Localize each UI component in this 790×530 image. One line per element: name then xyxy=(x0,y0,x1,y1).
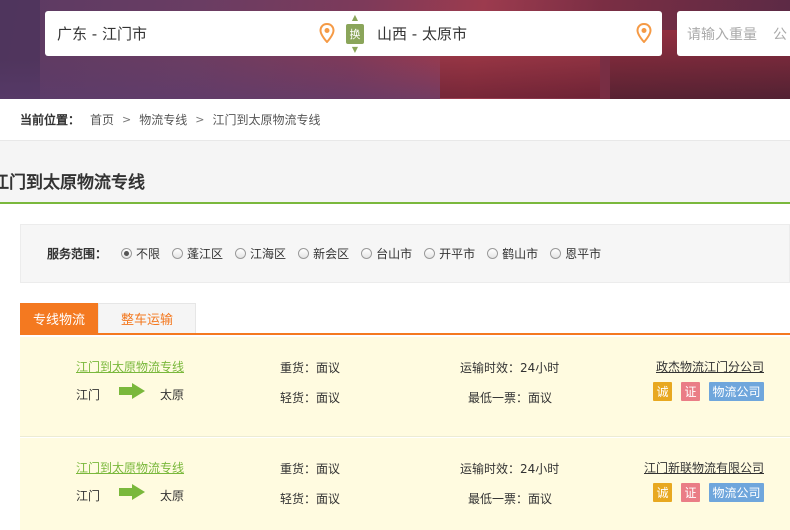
swap-arrow-icon: ▲ xyxy=(351,13,359,22)
heavy-cargo-price: 重货：面议 xyxy=(280,361,341,375)
minimum-charge: 最低一票：面议 xyxy=(468,492,553,506)
weight-input[interactable]: 请输入重量 公 xyxy=(677,11,790,56)
radio-checked-icon[interactable] xyxy=(121,248,133,259)
location-pin-icon[interactable] xyxy=(636,23,652,43)
radio-icon[interactable] xyxy=(424,248,436,259)
banner-decoration xyxy=(0,60,440,99)
route-origin: 江门 xyxy=(76,388,101,402)
filter-option-kaiping[interactable]: 开平市 xyxy=(424,245,475,262)
tab-dedicated-line[interactable]: 专线物流 xyxy=(20,303,98,333)
breadcrumb-separator: > xyxy=(195,113,205,126)
filter-option-pengjiang[interactable]: 蓬江区 xyxy=(172,245,223,262)
badge-group: 诚 证 物流公司 xyxy=(653,483,773,502)
radio-icon[interactable] xyxy=(172,248,184,259)
route-destination: 太原 xyxy=(160,489,185,503)
integrity-badge: 诚 xyxy=(653,483,672,502)
transit-time: 运输时效：24小时 xyxy=(460,462,560,476)
filter-label: 服务范围： xyxy=(47,247,108,261)
swap-arrow-icon: ▼ xyxy=(351,45,359,54)
filter-option-label: 恩平市 xyxy=(565,247,602,261)
certified-badge: 证 xyxy=(681,483,700,502)
radio-icon[interactable] xyxy=(298,248,310,259)
weight-unit: 公 xyxy=(773,26,787,43)
filter-option-jianghai[interactable]: 江海区 xyxy=(235,245,286,262)
radio-icon[interactable] xyxy=(550,248,562,259)
route-list-item: 江门到太原物流专线 江门 太原 重货：面议 轻货：面议 运输时效：24小时 最低… xyxy=(20,438,790,530)
route-title-link[interactable]: 江门到太原物流专线 xyxy=(76,459,184,476)
company-type-badge: 物流公司 xyxy=(709,483,764,502)
breadcrumb-home[interactable]: 首页 xyxy=(90,111,114,128)
route-arrow-icon xyxy=(119,484,145,500)
page-title: 江门到太原物流专线 xyxy=(0,173,145,193)
route-arrow-icon xyxy=(119,383,145,399)
filter-option-label: 不限 xyxy=(136,247,161,261)
swap-button[interactable]: ▲ 换 ▼ xyxy=(345,11,365,56)
breadcrumb-label: 当前位置： xyxy=(20,113,81,127)
destination-value: 山西 - 太原市 xyxy=(377,25,467,43)
filter-option-heshan[interactable]: 鹤山市 xyxy=(487,245,538,262)
breadcrumb: 当前位置： 首页 > 物流专线 > 江门到太原物流专线 xyxy=(0,99,790,141)
breadcrumb-current[interactable]: 江门到太原物流专线 xyxy=(212,111,320,128)
light-cargo-price: 轻货：面议 xyxy=(280,391,341,405)
filter-option-label: 台山市 xyxy=(376,247,413,261)
route-title-link[interactable]: 江门到太原物流专线 xyxy=(76,358,184,375)
filter-option-label: 开平市 xyxy=(439,247,476,261)
title-bar: 江门到太原物流专线 xyxy=(0,141,790,204)
hero-banner: 广东 - 江门市 ▲ 换 ▼ 山西 - 太原市 请输入重量 公 xyxy=(0,0,790,99)
light-cargo-price: 轻货：面议 xyxy=(280,492,341,506)
company-link[interactable]: 江门新联物流有限公司 xyxy=(644,459,764,476)
tab-full-truck[interactable]: 整车运输 xyxy=(98,303,196,333)
badge-group: 诚 证 物流公司 xyxy=(653,382,773,401)
radio-icon[interactable] xyxy=(361,248,373,259)
route-list-item: 江门到太原物流专线 江门 太原 重货：面议 轻货：面议 运输时效：24小时 最低… xyxy=(20,337,790,437)
company-link[interactable]: 政杰物流江门分公司 xyxy=(656,358,764,375)
route-origin: 江门 xyxy=(76,489,101,503)
integrity-badge: 诚 xyxy=(653,382,672,401)
minimum-charge: 最低一票：面议 xyxy=(468,391,553,405)
filter-option-label: 新会区 xyxy=(313,247,350,261)
weight-placeholder: 请输入重量 xyxy=(687,26,757,43)
swap-label: 换 xyxy=(346,23,364,44)
breadcrumb-logistics-lines[interactable]: 物流专线 xyxy=(139,111,187,128)
heavy-cargo-price: 重货：面议 xyxy=(280,462,341,476)
tab-bar: 专线物流 整车运输 xyxy=(20,303,790,335)
filter-option-label: 蓬江区 xyxy=(187,247,224,261)
filter-option-enping[interactable]: 恩平市 xyxy=(550,245,601,262)
filter-option-all[interactable]: 不限 xyxy=(121,245,160,262)
company-type-badge: 物流公司 xyxy=(709,382,764,401)
filter-option-taishan[interactable]: 台山市 xyxy=(361,245,412,262)
service-area-filter: 服务范围： 不限 蓬江区 江海区 新会区 台山市 开平市 鹤山市 恩平市 xyxy=(20,224,790,283)
transit-time: 运输时效：24小时 xyxy=(460,361,560,375)
filter-option-xinhui[interactable]: 新会区 xyxy=(298,245,349,262)
breadcrumb-separator: > xyxy=(122,113,132,126)
origin-field[interactable]: 广东 - 江门市 xyxy=(45,11,345,56)
radio-icon[interactable] xyxy=(235,248,247,259)
route-destination: 太原 xyxy=(160,388,185,402)
location-pin-icon[interactable] xyxy=(319,23,335,43)
filter-option-label: 鹤山市 xyxy=(502,247,539,261)
certified-badge: 证 xyxy=(681,382,700,401)
radio-icon[interactable] xyxy=(487,248,499,259)
origin-value: 广东 - 江门市 xyxy=(57,25,147,43)
filter-option-label: 江海区 xyxy=(250,247,287,261)
destination-field[interactable]: 山西 - 太原市 xyxy=(365,11,662,56)
